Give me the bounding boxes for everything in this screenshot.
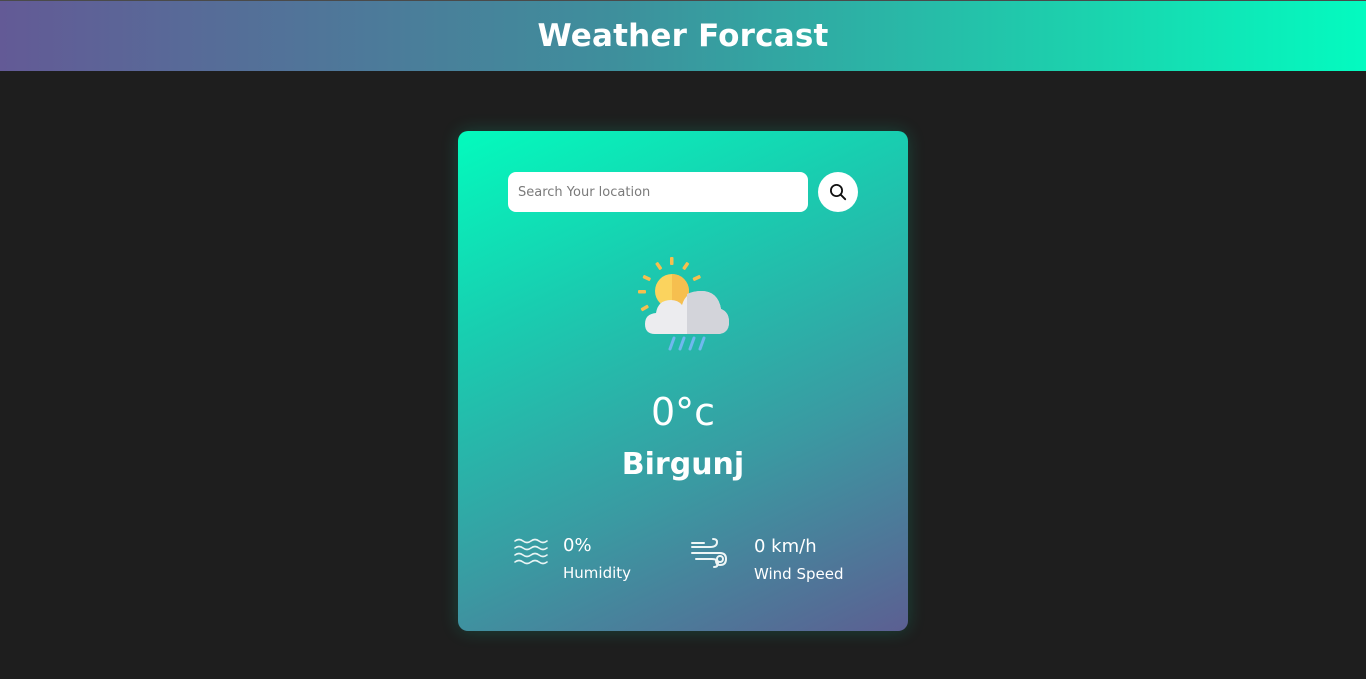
- page-title: Weather Forcast: [537, 18, 829, 54]
- city-name: Birgunj: [621, 447, 745, 482]
- humidity-detail: 0% Humidity: [513, 535, 631, 583]
- search-button[interactable]: [818, 172, 858, 212]
- search-bar: [508, 172, 858, 212]
- wind-value: 0 km/h: [754, 536, 817, 557]
- weather-card: 0°c Birgunj 0% Humidity 0: [458, 131, 908, 631]
- wind-detail: 0 km/h Wind Speed: [690, 536, 844, 584]
- app-header: Weather Forcast: [0, 0, 1366, 71]
- search-input[interactable]: [508, 172, 808, 212]
- humidity-waves-icon: [514, 538, 548, 565]
- humidity-label: Humidity: [563, 564, 632, 582]
- wind-label: Wind Speed: [754, 565, 844, 583]
- wind-text: 0 km/h Wind Speed: [754, 536, 844, 584]
- search-icon: [830, 184, 847, 201]
- partly-cloudy-rain-icon: [638, 257, 729, 351]
- temperature: 0°c: [650, 390, 716, 434]
- humidity-value: 0%: [563, 535, 592, 556]
- humidity-text: 0% Humidity: [563, 535, 631, 583]
- wind-icon: [691, 538, 728, 568]
